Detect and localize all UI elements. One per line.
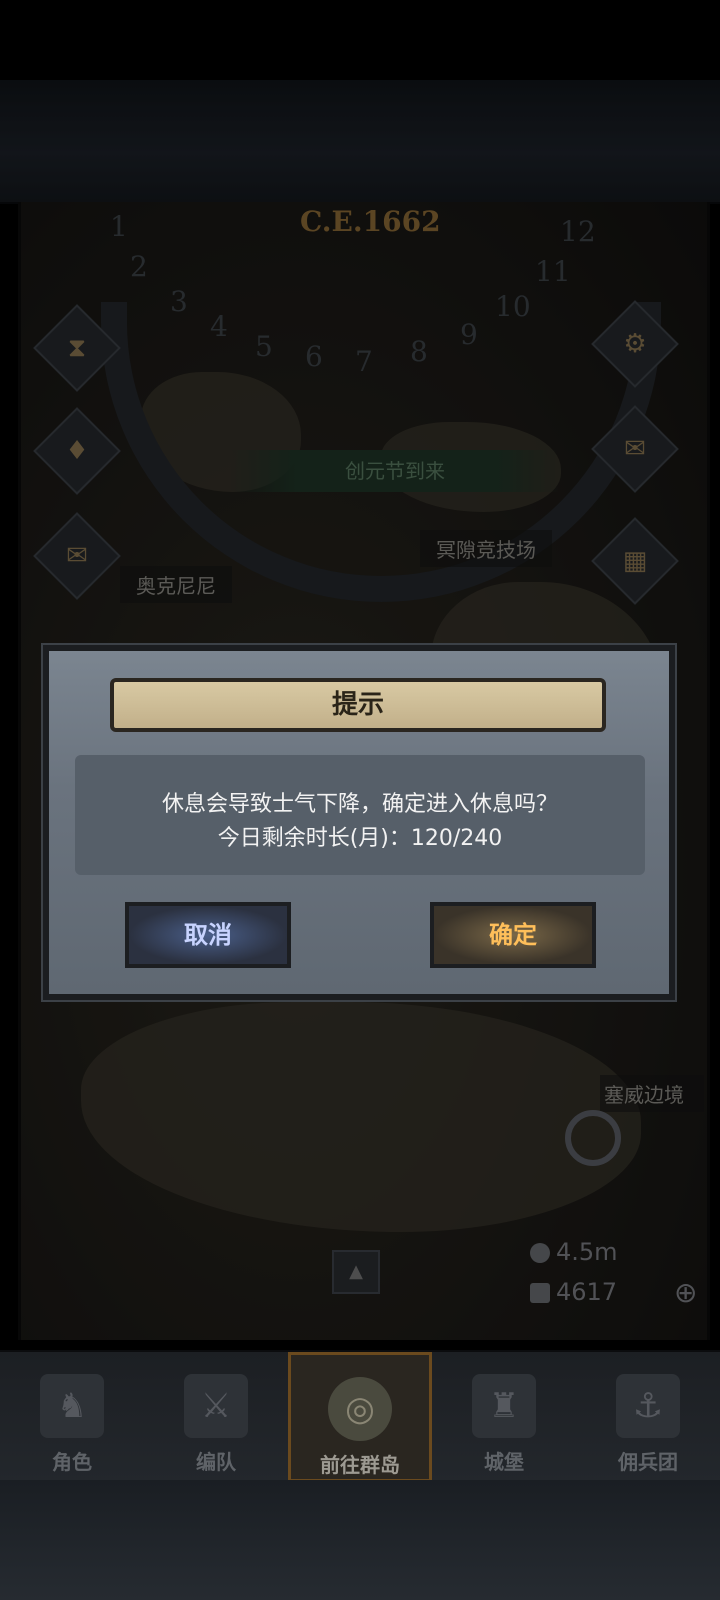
nav-label: 前往群岛: [320, 1453, 400, 1477]
castle-icon: ♜: [472, 1374, 536, 1438]
dialog-remaining-time: 今日剩余时长(月)：120/240: [217, 826, 503, 851]
nav-item-mercenary[interactable]: ⚓ 佣兵团: [576, 1352, 720, 1482]
ship-icon: ⚓: [616, 1374, 680, 1438]
confirm-button[interactable]: 确定: [430, 902, 596, 968]
globe-icon: ◎: [328, 1377, 392, 1441]
nav-item-castle[interactable]: ♜ 城堡: [432, 1352, 576, 1482]
bottom-nav: ♞ 角色 ⚔ 编队 ◎ 前往群岛 ♜ 城堡 ⚓ 佣兵团: [0, 1350, 720, 1482]
formation-icon: ⚔: [184, 1374, 248, 1438]
nav-item-formation[interactable]: ⚔ 编队: [144, 1352, 288, 1482]
dialog-message: 休息会导致士气下降，确定进入休息吗？: [161, 792, 558, 817]
nav-label: 角色: [52, 1450, 92, 1474]
cancel-button[interactable]: 取消: [125, 902, 291, 968]
knight-icon: ♞: [40, 1374, 104, 1438]
dialog-title: 提示: [110, 678, 606, 732]
nav-label: 编队: [196, 1450, 236, 1474]
nav-label: 城堡: [484, 1450, 524, 1474]
nav-label: 佣兵团: [618, 1450, 678, 1474]
nav-item-islands[interactable]: ◎ 前往群岛: [288, 1352, 432, 1482]
bottom-band: [0, 1480, 720, 1600]
nav-item-character[interactable]: ♞ 角色: [0, 1352, 144, 1482]
